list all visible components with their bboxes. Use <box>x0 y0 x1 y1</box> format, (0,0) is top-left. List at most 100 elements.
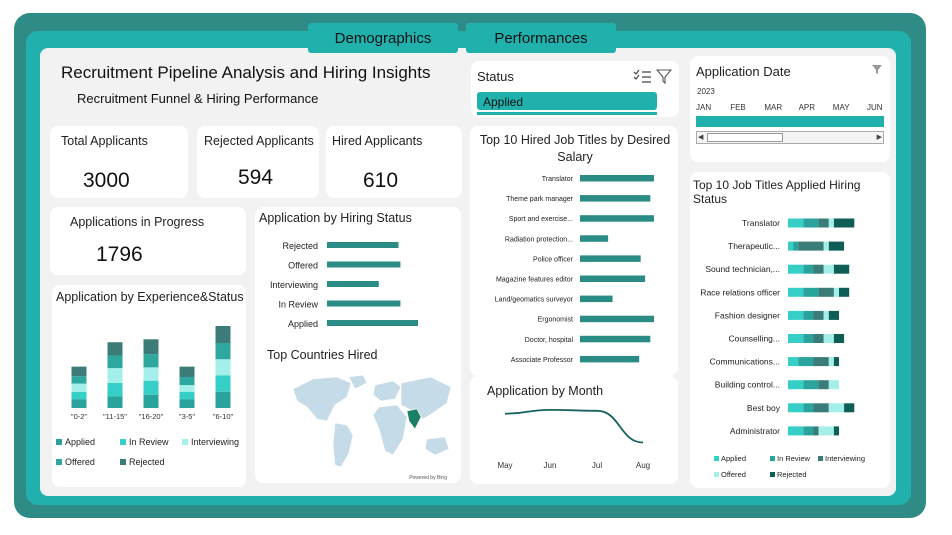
top-applied-bar-segment <box>839 287 850 297</box>
top-applied-bar-segment <box>803 426 814 436</box>
experience-bar-segment <box>143 354 159 368</box>
top-applied-bar-segment <box>818 287 834 297</box>
top-applied-bar-segment <box>803 403 814 413</box>
kpi-total-value: 3000 <box>83 169 130 192</box>
status-slicer-title: Status <box>477 69 514 84</box>
top-applied-label: Therapeutic... <box>728 241 780 251</box>
experience-bar-segment <box>179 376 195 386</box>
top-hired-label: Land/geomatics surveyor <box>495 297 574 304</box>
top-applied-bar-segment <box>788 287 804 297</box>
hiring-status-card: Application by Hiring Status Rejected Off… <box>255 207 461 483</box>
page-title: Recruitment Pipeline Analysis and Hiring… <box>61 63 431 82</box>
top-applied-label: Fashion designer <box>715 310 780 320</box>
top-applied-label: Translator <box>742 218 780 228</box>
top-applied-bar-segment <box>828 310 839 320</box>
top-hired-chart: Translator Theme park manager Sport and ex… <box>495 175 654 364</box>
kpi-hired-label: Hired Applicants <box>332 134 423 148</box>
top-hired-bar <box>580 255 641 262</box>
by-month-tick-label: May <box>497 461 512 470</box>
top-applied-bar-segment <box>833 357 839 367</box>
top-applied-label: Building control... <box>715 380 780 390</box>
top-applied-bar-segment <box>788 403 804 413</box>
top-applied-bar-segment <box>828 380 839 390</box>
top-hired-bar <box>580 335 651 343</box>
experience-bar-segment <box>71 391 87 400</box>
experience-tick-label: "16-20" <box>139 412 164 421</box>
top-applied-bar-segment <box>818 426 834 436</box>
kpi-progress-card: Applications in Progress 1796 <box>50 207 246 275</box>
top-applied-bar-segment <box>833 264 850 274</box>
top-applied-legend-swatch <box>818 456 823 461</box>
top-hired-label: Sport and exercise... <box>509 216 573 223</box>
top-applied-bar-segment <box>813 403 829 413</box>
experience-legend-label: In Review <box>129 437 169 447</box>
experience-bar-segment <box>143 380 159 395</box>
experience-bar-segment <box>71 376 87 384</box>
status-slicer: Status Applied <box>471 61 679 117</box>
top-hired-bar <box>580 215 654 222</box>
top-hired-bar <box>580 235 609 242</box>
top-applied-label: Administrator <box>730 426 780 436</box>
top-applied-bar-segment <box>833 334 845 343</box>
experience-tick-label: "3-5" <box>179 412 196 421</box>
date-month-label[interactable]: MAR <box>764 103 782 112</box>
date-scroll-thumb[interactable] <box>707 133 783 142</box>
experience-bar-segment <box>107 355 123 369</box>
top-hired-bar <box>580 175 654 182</box>
top-applied-bar-segment <box>813 264 824 274</box>
experience-legend-label: Offered <box>65 457 95 467</box>
kpi-rejected-value: 594 <box>238 166 274 189</box>
top-applied-legend-label: Rejected <box>777 470 807 479</box>
kpi-total-card: Total Applicants 3000 <box>50 126 188 198</box>
top-hired-label: Magazine features editor <box>496 277 574 284</box>
top-hired-label: Associate Professor <box>511 357 574 364</box>
top-applied-card: Top 10 Job Titles Applied Hiring Status … <box>690 172 890 488</box>
top-applied-bar-segment <box>798 241 824 251</box>
experience-bar-segment <box>71 366 87 377</box>
kpi-hired-value: 610 <box>363 169 399 192</box>
date-month-label[interactable]: JAN <box>696 103 711 112</box>
top-hired-bar <box>580 355 640 363</box>
experience-bar-segment <box>179 366 195 377</box>
date-year: 2023 <box>697 87 715 96</box>
experience-legend-swatch <box>56 439 62 445</box>
experience-bar-segment <box>215 342 231 360</box>
kpi-total-label: Total Applicants <box>61 134 148 148</box>
date-month-label[interactable]: JUN <box>867 103 883 112</box>
status-option-applied[interactable]: Applied <box>477 92 657 110</box>
top-hired-label: Police officer <box>533 256 574 263</box>
date-month-label[interactable]: MAY <box>833 103 850 112</box>
top-applied-bar-segment <box>803 264 814 274</box>
top-applied-bar-segment <box>828 403 845 413</box>
experience-bar-segment <box>179 391 195 400</box>
clear-filter-icon[interactable] <box>871 64 883 76</box>
world-map[interactable]: Powered by Bing <box>255 207 461 483</box>
date-scrollbar[interactable]: ◀ ▶ <box>696 131 884 144</box>
tab-performances[interactable]: Performances <box>466 23 616 53</box>
top-applied-bar-segment <box>813 334 824 343</box>
top-applied-bar-segment <box>788 264 804 274</box>
date-month-label[interactable]: FEB <box>730 103 746 112</box>
top-hired-bar <box>580 295 613 303</box>
experience-legend-swatch <box>182 439 188 445</box>
experience-bar-segment <box>179 399 195 408</box>
top-hired-label: Doctor, hospital <box>525 337 574 344</box>
top-applied-bar-segment <box>813 310 824 320</box>
kpi-hired-card: Hired Applicants 610 <box>326 126 462 198</box>
date-month-label[interactable]: APR <box>799 103 815 112</box>
tab-demographics[interactable]: Demographics <box>308 23 458 53</box>
date-range-bar[interactable] <box>696 116 884 127</box>
scroll-left-icon[interactable]: ◀ <box>698 133 703 142</box>
top-applied-bar-segment <box>823 334 834 343</box>
multi-select-icon[interactable] <box>633 69 653 85</box>
scroll-right-icon[interactable]: ▶ <box>877 133 882 142</box>
filter-icon[interactable] <box>656 69 672 85</box>
top-applied-legend-label: Offered <box>721 470 746 479</box>
top-applied-bar-segment <box>793 241 799 251</box>
status-option-next[interactable] <box>477 112 657 115</box>
top-applied-bar-segment <box>833 426 839 436</box>
top-applied-bar-segment <box>788 241 794 251</box>
top-applied-bar-segment <box>828 357 834 367</box>
by-month-card: Application by Month May Jun Jul Aug <box>470 376 678 484</box>
date-slicer: Application Date 2023 JAN FEB MAR APR MAY JUN… <box>690 56 890 162</box>
